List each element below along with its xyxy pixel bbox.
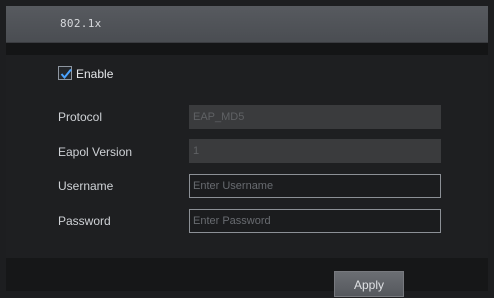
protocol-value: EAP_MD5	[193, 111, 245, 123]
eapol-version-label: Eapol Version	[58, 145, 133, 159]
username-label: Username	[58, 179, 114, 193]
enable-checkbox[interactable]	[58, 66, 72, 80]
username-field[interactable]	[189, 174, 441, 198]
footer-band	[6, 258, 488, 291]
header-divider	[6, 43, 488, 55]
apply-button[interactable]: Apply	[334, 271, 404, 297]
dialog-title: 802.1x	[60, 17, 102, 30]
enable-label: Enable	[76, 67, 114, 81]
protocol-label: Protocol	[58, 110, 103, 124]
eapol-version-value: 1	[193, 145, 200, 157]
title-bar: 802.1x	[6, 6, 488, 43]
check-icon	[60, 68, 72, 80]
username-input[interactable]	[193, 180, 433, 192]
password-input[interactable]	[193, 215, 433, 227]
dialog-802-1x: 802.1x Enable Protocol EAP_MD5 Eapol Ver…	[0, 0, 494, 297]
protocol-field: EAP_MD5	[189, 105, 441, 129]
eapol-version-field: 1	[189, 139, 441, 163]
password-label: Password	[58, 214, 111, 228]
password-field[interactable]	[189, 209, 441, 233]
settings-panel	[6, 55, 488, 291]
